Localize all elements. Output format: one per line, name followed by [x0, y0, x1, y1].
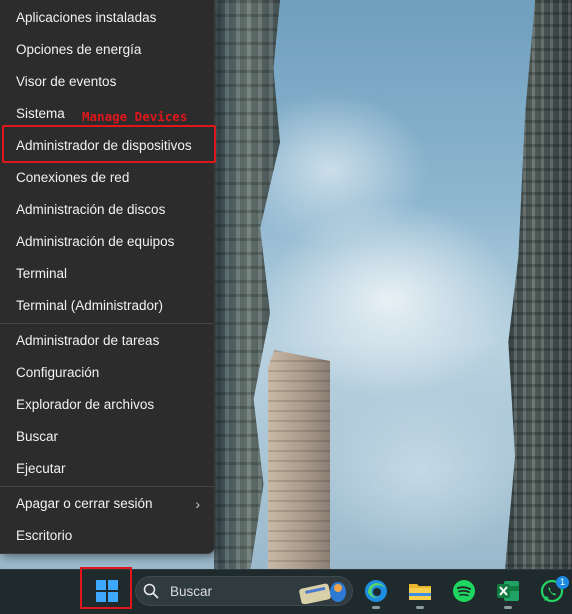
menu-item-label: Administración de discos	[16, 202, 166, 217]
menu-item-shutdown-signout[interactable]: Apagar o cerrar sesión ›	[4, 489, 210, 519]
menu-item-label: Buscar	[16, 429, 59, 444]
building-middle	[268, 350, 330, 570]
menu-item-search[interactable]: Buscar	[4, 422, 210, 452]
menu-item-label: Aplicaciones instaladas	[16, 10, 157, 25]
search-icon	[143, 583, 159, 599]
menu-separator	[0, 323, 214, 324]
menu-item-label: Administrador de tareas	[16, 333, 160, 348]
edge-icon[interactable]	[363, 578, 389, 604]
menu-item-installed-apps[interactable]: Aplicaciones instaladas	[4, 3, 210, 33]
menu-item-label: Configuración	[16, 365, 100, 380]
menu-item-terminal-admin[interactable]: Terminal (Administrador)	[4, 291, 210, 321]
menu-item-label: Apagar o cerrar sesión	[16, 496, 153, 511]
running-indicator	[504, 606, 512, 609]
start-button-highlight	[80, 567, 132, 609]
menu-item-label: Administración de equipos	[16, 234, 175, 249]
menu-item-label: Sistema	[16, 106, 65, 121]
manage-devices-annotation: Manage Devices	[82, 109, 188, 124]
excel-icon[interactable]	[495, 578, 521, 604]
search-label: Buscar	[170, 584, 213, 599]
menu-item-computer-management[interactable]: Administración de equipos	[4, 227, 210, 257]
quick-link-menu: Aplicaciones instaladas Opciones de ener…	[0, 0, 215, 554]
menu-item-network-connections[interactable]: Conexiones de red	[4, 163, 210, 193]
menu-item-label: Terminal (Administrador)	[16, 298, 164, 313]
chevron-right-icon: ›	[195, 496, 200, 512]
menu-item-settings[interactable]: Configuración	[4, 358, 210, 388]
menu-item-label: Escritorio	[16, 528, 73, 543]
menu-item-label: Explorador de archivos	[16, 397, 155, 412]
menu-item-event-viewer[interactable]: Visor de eventos	[4, 67, 210, 97]
menu-item-file-explorer[interactable]: Explorador de archivos	[4, 390, 210, 420]
menu-item-task-manager[interactable]: Administrador de tareas	[4, 326, 210, 356]
notification-badge: 1	[556, 576, 569, 589]
menu-separator	[0, 486, 214, 487]
menu-item-disk-management[interactable]: Administración de discos	[4, 195, 210, 225]
running-indicator	[372, 606, 380, 609]
file-explorer-icon[interactable]	[407, 578, 433, 604]
running-indicator	[416, 606, 424, 609]
spotify-icon[interactable]	[451, 578, 477, 604]
widget-icon[interactable]	[298, 578, 350, 604]
menu-item-label: Opciones de energía	[16, 42, 142, 57]
menu-item-terminal[interactable]: Terminal	[4, 259, 210, 289]
menu-item-desktop[interactable]: Escritorio	[4, 521, 210, 551]
device-manager-highlight	[2, 125, 216, 163]
building-right	[505, 0, 572, 570]
menu-item-run[interactable]: Ejecutar	[4, 454, 210, 484]
menu-item-label: Visor de eventos	[16, 74, 117, 89]
menu-item-label: Conexiones de red	[16, 170, 130, 185]
menu-item-label: Ejecutar	[16, 461, 66, 476]
menu-item-power-options[interactable]: Opciones de energía	[4, 35, 210, 65]
menu-item-label: Terminal	[16, 266, 68, 281]
